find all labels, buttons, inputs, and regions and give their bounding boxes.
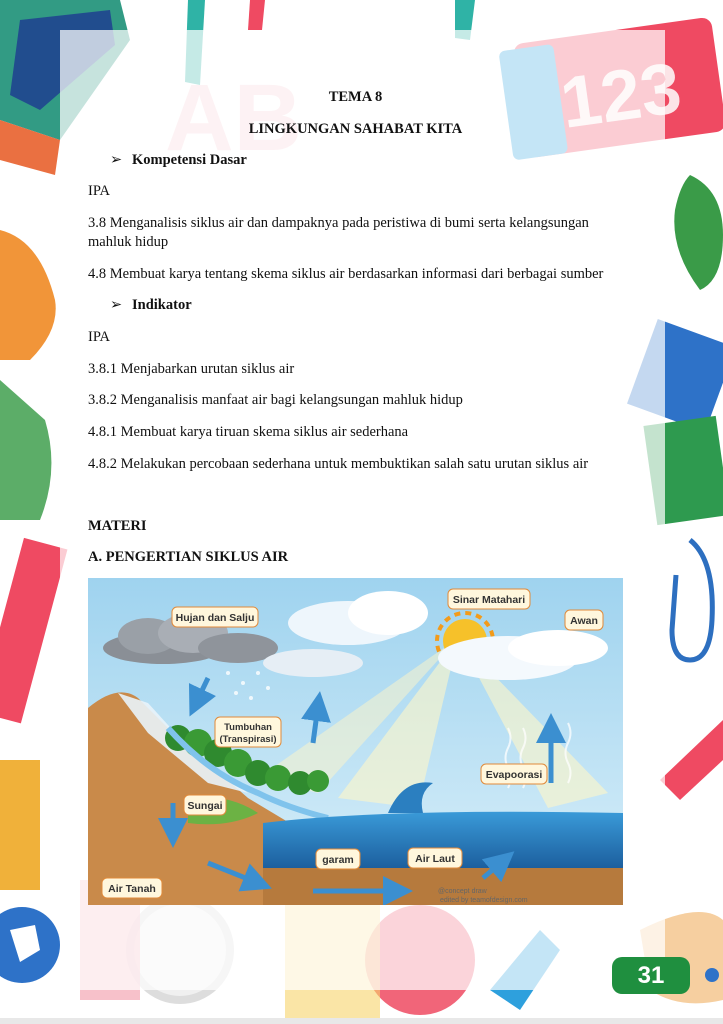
label-air-laut: Air Laut <box>407 847 463 869</box>
label-air-tanah-text: Air Tanah <box>108 883 156 895</box>
label-hujan: Hujan dan Salju <box>171 606 259 628</box>
label-air-tanah: Air Tanah <box>101 877 163 899</box>
watermark: edited by teamofdesign.com <box>440 897 528 904</box>
label-tumbuhan-text: Tumbuhan <box>224 722 272 733</box>
kompetensi-heading: ➢ Kompetensi Dasar <box>110 151 247 170</box>
indikator-heading-label: Indikator <box>132 297 192 313</box>
label-evaporasi: Evapoorasi <box>480 763 548 785</box>
label-garam: garam <box>315 848 361 870</box>
watermark: @concept draw <box>438 888 488 895</box>
label-transpirasi-text: (Transpirasi) <box>219 734 276 745</box>
label-air-laut-text: Air Laut <box>415 853 455 865</box>
kompetensi-heading-label: Kompetensi Dasar <box>132 152 247 168</box>
materi-heading: MATERI <box>88 518 147 534</box>
label-awan: Awan <box>564 609 604 631</box>
indikator-item: 4.8.1 Membuat karya tiruan skema siklus … <box>88 424 409 440</box>
label-sungai-text: Sungai <box>187 800 222 812</box>
label-hujan-text: Hujan dan Salju <box>176 612 255 624</box>
label-sungai: Sungai <box>183 794 227 816</box>
kompetensi-item: mahluk hidup <box>88 234 169 250</box>
label-matahari-text: Sinar Matahari <box>453 594 525 606</box>
label-awan-text: Awan <box>570 615 598 627</box>
indikator-subject: IPA <box>88 329 111 345</box>
label-tumbuhan: Tumbuhan (Transpirasi) <box>214 716 282 748</box>
label-garam-text: garam <box>322 854 354 866</box>
water-cycle-diagram: Hujan dan Salju Sinar Matahari Awan Tumb… <box>88 578 623 905</box>
page-title: LINGKUNGAN SAHABAT KITA <box>248 121 463 137</box>
indikator-item: 3.8.2 Menganalisis manfaat air bagi kela… <box>88 392 463 408</box>
kompetensi-subject: IPA <box>88 183 111 199</box>
indikator-heading: ➢ Indikator <box>110 296 192 315</box>
indikator-item: 4.8.2 Melakukan percobaan sederhana untu… <box>88 456 589 472</box>
indikator-item: 3.8.1 Menjabarkan urutan siklus air <box>88 361 295 377</box>
arrow-bullet-icon: ➢ <box>110 152 123 168</box>
kompetensi-item: 4.8 Membuat karya tentang skema siklus a… <box>88 266 604 282</box>
kompetensi-item: 3.8 Menganalisis siklus air dan dampakny… <box>88 215 589 231</box>
arrow-bullet-icon: ➢ <box>110 297 123 313</box>
page-number-badge: 31 <box>612 957 690 994</box>
label-matahari: Sinar Matahari <box>447 588 531 610</box>
tema-heading: TEMA 8 <box>328 89 383 105</box>
section-heading: A. PENGERTIAN SIKLUS AIR <box>88 549 289 565</box>
label-evaporasi-text: Evapoorasi <box>486 769 543 781</box>
